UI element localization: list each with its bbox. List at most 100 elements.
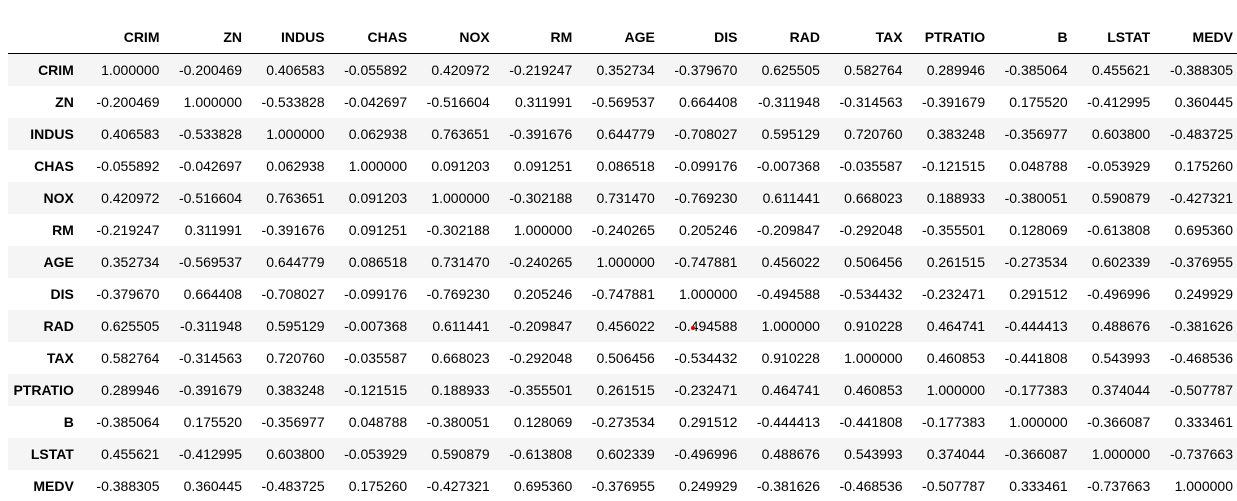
table-cell: -0.311948 [757, 93, 820, 110]
table-cell: -0.356977 [261, 413, 325, 430]
table-cell: 0.091203 [348, 189, 408, 206]
table-cell: -0.569537 [591, 93, 655, 110]
table-cell: 0.910228 [761, 349, 820, 366]
table-cell: -0.496996 [674, 445, 738, 462]
table-cell: 0.595129 [266, 317, 325, 334]
table-cell: 0.086518 [348, 253, 408, 270]
table-cell: -0.412995 [1087, 93, 1151, 110]
table-cell: -0.366087 [1004, 445, 1068, 462]
table-cell: 0.175260 [348, 477, 408, 494]
table-cell: 0.488676 [1091, 317, 1151, 334]
table-cell: 1.000000 [761, 317, 820, 334]
table-cell: -0.007368 [344, 317, 408, 334]
table-cell: 0.175520 [1009, 93, 1068, 110]
table-cell: 0.731470 [431, 253, 490, 270]
table-cell: 0.128069 [513, 413, 573, 430]
table-cell: 0.456022 [761, 253, 820, 270]
row-label: AGE [43, 253, 74, 270]
table-cell: 0.590879 [1091, 189, 1151, 206]
table-cell: 0.048788 [1009, 157, 1068, 174]
table-cell: -0.496996 [1087, 285, 1151, 302]
table-cell: -0.292048 [839, 221, 903, 238]
table-cell: 0.720760 [266, 349, 325, 366]
table-row: NOX 0.420972 -0.516604 0.763651 0.091203 1.00… [8, 181, 1237, 214]
table-cell: -0.240265 [591, 221, 655, 238]
table-row: ZN -0.200469 1.000000 -0.533828 -0.042697 -0.… [8, 86, 1237, 118]
table-cell: 0.910228 [844, 317, 903, 334]
table-cell: -0.232471 [922, 285, 986, 302]
table-cell: 1.000000 [926, 381, 986, 398]
table-cell: 0.352734 [596, 61, 655, 78]
row-label: NOX [43, 189, 74, 206]
row-label: B [63, 413, 74, 430]
table-cell: 0.086518 [596, 157, 655, 174]
table-cell: 0.611441 [762, 189, 820, 206]
table-cell: 0.333461 [1009, 477, 1068, 494]
table-cell: -0.613808 [1087, 221, 1151, 238]
row-label: PTRATIO [13, 381, 74, 398]
table-cell: -0.379670 [674, 61, 738, 78]
table-cell: -0.314563 [839, 93, 903, 110]
column-header: B [989, 20, 1072, 54]
table-cell: -0.376955 [1169, 253, 1233, 270]
table-cell: -0.468536 [839, 477, 903, 494]
row-label: CRIM [38, 61, 74, 78]
table-cell: -0.356977 [1004, 125, 1068, 142]
table-cell: -0.219247 [96, 221, 160, 238]
table-cell: -0.053929 [1087, 157, 1151, 174]
table-cell: 0.091251 [513, 157, 573, 174]
table-cell: 0.464741 [926, 317, 986, 334]
table-cell: 0.360445 [183, 477, 243, 494]
table-cell: -0.444413 [756, 413, 820, 430]
mouse-cursor [691, 326, 695, 330]
row-label: CHAS [34, 157, 74, 174]
row-label: TAX [46, 349, 74, 366]
row-label: RM [52, 221, 74, 238]
table-cell: -0.427321 [426, 477, 490, 494]
table-cell: -0.391679 [178, 381, 243, 398]
table-cell: -0.533828 [178, 125, 243, 142]
table-cell: -0.007368 [756, 157, 820, 174]
table-cell: -0.708027 [261, 285, 325, 302]
column-header: LSTAT [1071, 20, 1155, 54]
table-cell: 0.374044 [1091, 381, 1151, 398]
column-header: PTRATIO [906, 20, 990, 54]
table-cell: 0.383248 [266, 381, 325, 398]
table-cell: 0.188933 [926, 189, 986, 206]
table-cell: 0.464741 [761, 381, 820, 398]
table-cell: -0.035587 [839, 157, 903, 174]
table-cell: 0.668023 [431, 349, 490, 366]
table-cell: -0.200469 [96, 93, 160, 110]
table-cell: 0.602339 [596, 445, 655, 462]
table-cell: -0.379670 [96, 285, 160, 302]
table-cell: -0.391679 [922, 93, 986, 110]
table-cell: 1.000000 [266, 125, 325, 142]
table-cell: 0.048788 [348, 413, 408, 430]
table-cell: 1.000000 [1091, 445, 1151, 462]
table-cell: 1.000000 [348, 157, 408, 174]
table-cell: -0.380051 [426, 413, 490, 430]
table-cell: -0.355501 [922, 221, 986, 238]
table-cell: 0.091251 [348, 221, 408, 238]
table-cell: -0.273534 [1004, 253, 1068, 270]
table-cell: 0.383248 [926, 125, 986, 142]
column-header: DIS [658, 20, 742, 54]
table-body: CRIM 1.000000 -0.200469 0.406583 -0.055892 0.… [8, 53, 1237, 501]
table-cell: 0.261515 [926, 253, 986, 270]
table-row: DIS -0.379670 0.664408 -0.708027 -0.099176 -0… [8, 278, 1237, 310]
table-cell: 0.128069 [1009, 221, 1068, 238]
table-cell: 0.543993 [1091, 349, 1151, 366]
table-cell: -0.302188 [426, 221, 490, 238]
table-cell: 0.602339 [1091, 253, 1151, 270]
table-cell: 0.333461 [1174, 413, 1233, 430]
table-cell: 0.455621 [1091, 61, 1151, 78]
table-cell: 0.249929 [1174, 285, 1233, 302]
table-cell: 0.731470 [596, 189, 655, 206]
table-cell: -0.381626 [756, 477, 820, 494]
table-cell: 1.000000 [1174, 477, 1233, 494]
table-cell: 1.000000 [183, 93, 243, 110]
table-cell: -0.385064 [1004, 61, 1068, 78]
table-cell: 0.205246 [679, 221, 738, 238]
table-cell: -0.483725 [1169, 125, 1233, 142]
table-cell: -0.311948 [180, 317, 243, 334]
